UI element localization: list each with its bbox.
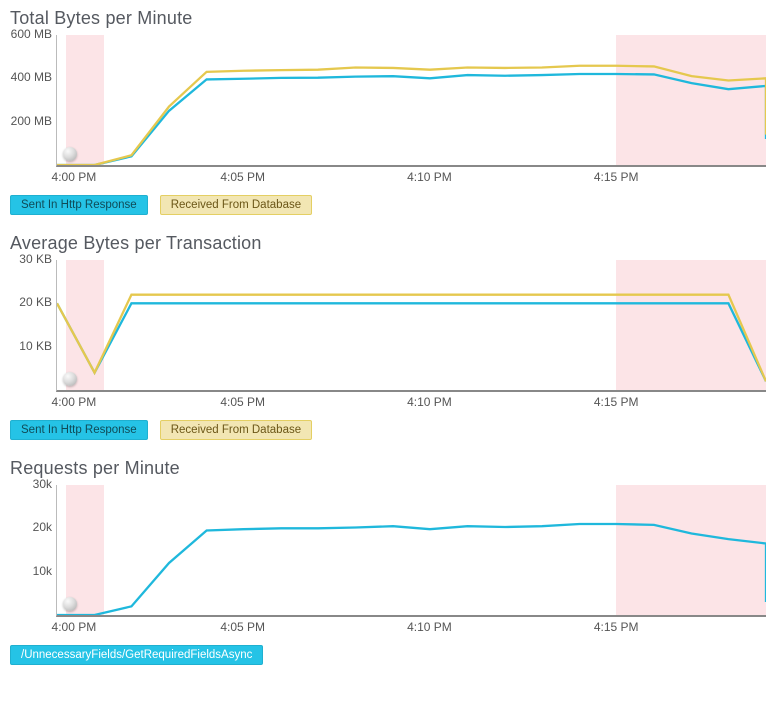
x-tick-label: 4:05 PM: [220, 395, 265, 409]
legend-item[interactable]: Received From Database: [160, 420, 312, 440]
x-tick-label: 4:05 PM: [220, 170, 265, 184]
chart-title: Average Bytes per Transaction: [10, 233, 766, 254]
chart-panel-requests: Requests per Minute 30k20k10k 4:00 PM 4:05 …: [10, 458, 766, 665]
legend-item[interactable]: Received From Database: [160, 195, 312, 215]
x-tick-label: 4:00 PM: [52, 170, 97, 184]
x-axis: 4:00 PM4:05 PM4:10 PM4:15 PM: [56, 167, 766, 187]
legend-item[interactable]: Sent In Http Response: [10, 420, 148, 440]
plot-area: 30 KB20 KB10 KB: [10, 260, 766, 392]
y-axis: 600 MB400 MB200 MB: [10, 35, 56, 165]
legend-item[interactable]: Sent In Http Response: [10, 195, 148, 215]
series-svg: [57, 35, 766, 165]
plot[interactable]: [56, 485, 766, 617]
series-line: [57, 295, 766, 382]
plot[interactable]: [56, 260, 766, 392]
plot-area: 600 MB400 MB200 MB: [10, 35, 766, 167]
series-svg: [57, 485, 766, 615]
x-tick-label: 4:10 PM: [407, 170, 452, 184]
y-axis: 30k20k10k: [10, 485, 56, 615]
series-line: [57, 303, 766, 381]
x-tick-label: 4:00 PM: [52, 620, 97, 634]
x-axis: 4:00 PM4:05 PM4:10 PM4:15 PM: [56, 617, 766, 637]
legend: Sent In Http Response Received From Datab…: [10, 195, 766, 215]
x-tick-label: 4:15 PM: [594, 620, 639, 634]
series-svg: [57, 260, 766, 390]
plot[interactable]: [56, 35, 766, 167]
series-line: [57, 66, 766, 165]
legend: /UnnecessaryFields/GetRequiredFieldsAsyn…: [10, 645, 766, 665]
chart-panel-avg_bytes: Average Bytes per Transaction 30 KB20 KB1…: [10, 233, 766, 440]
x-tick-label: 4:10 PM: [407, 620, 452, 634]
chart-panel-total_bytes: Total Bytes per Minute 600 MB400 MB200 MB…: [10, 8, 766, 215]
legend: Sent In Http Response Received From Datab…: [10, 420, 766, 440]
series-line: [57, 74, 766, 165]
chart-title: Requests per Minute: [10, 458, 766, 479]
x-tick-label: 4:15 PM: [594, 395, 639, 409]
x-tick-label: 4:15 PM: [594, 170, 639, 184]
legend-item[interactable]: /UnnecessaryFields/GetRequiredFieldsAsyn…: [10, 645, 263, 665]
series-line: [57, 524, 766, 615]
x-tick-label: 4:05 PM: [220, 620, 265, 634]
chart-title: Total Bytes per Minute: [10, 8, 766, 29]
x-tick-label: 4:10 PM: [407, 395, 452, 409]
x-tick-label: 4:00 PM: [52, 395, 97, 409]
plot-area: 30k20k10k: [10, 485, 766, 617]
x-axis: 4:00 PM4:05 PM4:10 PM4:15 PM: [56, 392, 766, 412]
y-axis: 30 KB20 KB10 KB: [10, 260, 56, 390]
